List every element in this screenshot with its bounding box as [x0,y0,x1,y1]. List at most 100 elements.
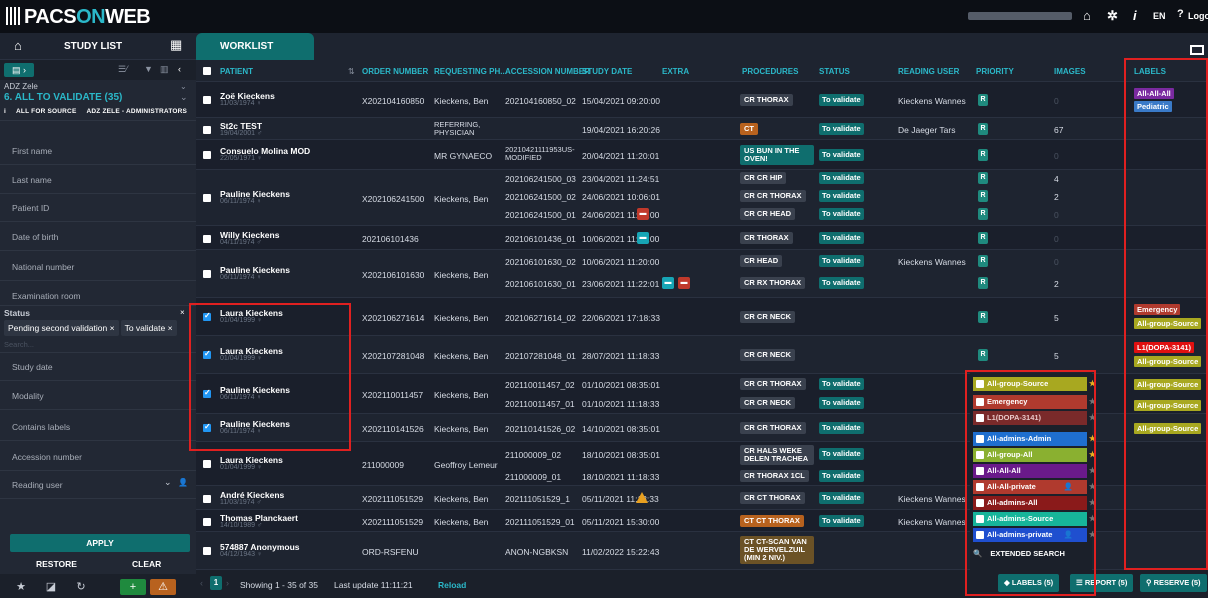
grid-icon[interactable]: ▦ [170,37,182,53]
warning-icon[interactable] [636,492,648,503]
label-badge[interactable]: Emergency [1134,304,1181,315]
gear-icon[interactable]: ✲ [1107,8,1118,24]
star-icon[interactable]: ★ [1089,395,1096,409]
star-icon[interactable]: ★ [1089,496,1096,510]
table-row[interactable]: Zoë Kieckens 11/03/1974 ♀ X202104160850 … [196,82,1208,118]
scope-source[interactable]: ALL FOR SOURCE [16,108,76,115]
refresh-icon[interactable]: ↻ [68,579,94,595]
filter-last-name[interactable]: Last name [12,175,52,185]
label-option[interactable]: L1(DOPA-3141) ★ [973,411,1096,425]
label-badge[interactable]: All-All-All [1134,88,1174,99]
logout-button[interactable]: Logou [1188,11,1208,21]
label-badge[interactable]: L1(DOPA-3141) [1134,342,1195,353]
row-checkbox[interactable] [203,235,211,243]
col-study-date[interactable]: STUDY DATE [582,67,632,76]
procedure-badge[interactable]: CR CR NECK [740,397,796,409]
reload-link[interactable]: Reload [438,580,466,590]
label-badge[interactable]: All-group-Source [1134,400,1202,411]
procedure-badge[interactable]: CT CT-SCAN VAN DE WERVELZUIL (MIN 2 NIV.… [740,536,814,564]
label-option[interactable]: Emergency ★ [973,395,1096,409]
layers-icon[interactable]: ◪ [38,579,64,595]
row-checkbox[interactable] [203,270,211,278]
chevron-down-icon[interactable]: ⌄ [164,477,172,488]
filter-patient-id[interactable]: Patient ID [12,203,49,213]
procedure-badge[interactable]: CR THORAX [740,94,793,106]
extended-search[interactable]: 🔍 EXTENDED SEARCH [973,549,1065,558]
col-extra[interactable]: EXTRA [662,67,689,76]
tab-study-list[interactable]: ⌂ STUDY LIST ▦ [0,33,196,60]
filter-first-name[interactable]: First name [12,146,52,156]
col-labels[interactable]: LABELS [1134,67,1166,76]
row-checkbox[interactable] [203,151,211,159]
procedure-badge[interactable]: CR CR THORAX [740,378,806,390]
row-checkbox[interactable] [203,311,211,321]
row-checkbox[interactable] [203,422,211,432]
star-icon[interactable]: ★ [1089,528,1096,542]
comment-icon[interactable]: ▬ [637,232,649,244]
warning-button[interactable]: ⚠ [150,579,176,595]
col-procedures[interactable]: PROCEDURES [742,67,798,76]
table-row[interactable]: Laura Kieckens 01/04/1999 ♀ X20210728104… [196,336,1208,374]
star-icon[interactable]: ★ [1089,377,1096,391]
filter-accession-number[interactable]: Accession number [12,452,82,462]
procedure-badge[interactable]: CR CR HEAD [740,208,796,220]
info-icon[interactable]: i [1133,8,1137,23]
procedure-badge[interactable]: CR CR NECK [740,311,796,323]
col-images[interactable]: IMAGES [1054,67,1086,76]
app-logo[interactable]: PACSONWEB [6,6,151,29]
comment-icon[interactable]: ▬ [662,277,674,289]
procedure-badge[interactable]: CR CR HIP [740,172,787,184]
procedure-badge[interactable]: CR THORAX [740,232,793,244]
comment-icon[interactable]: ▬ [637,208,649,220]
procedure-badge[interactable]: CT CT THORAX [740,515,804,527]
user-icon[interactable]: 👤 [178,478,188,487]
table-row[interactable]: Willy Kieckens 04/11/1974 ♂ 202106101436… [196,226,1208,250]
worklist-view-select[interactable]: 6. ALL TO VALIDATE (35) [4,92,122,103]
label-option[interactable]: All-admins-private 👤 ★ [973,528,1096,542]
label-option[interactable]: All-admins-Admin ★ [973,432,1096,446]
row-checkbox[interactable] [203,518,211,526]
language-selector[interactable]: EN [1153,11,1166,21]
table-row[interactable]: Pauline Kieckens 06/11/1974 ♀ X202106101… [196,250,1208,298]
row-checkbox[interactable] [203,547,211,555]
col-accession-number[interactable]: ACCESSION NUMBER [505,67,590,76]
label-badge[interactable]: All-group-Source [1134,356,1202,367]
star-icon[interactable]: ★ [1089,432,1096,446]
label-option[interactable]: All-group-All ★ [973,448,1096,462]
collapse-icon[interactable]: ‹ [178,64,181,74]
row-checkbox[interactable] [203,460,211,468]
columns-icon[interactable]: ▥ [160,64,169,75]
label-option[interactable]: All-admins-Source ★ [973,512,1096,526]
row-checkbox[interactable] [203,96,211,104]
star-icon[interactable]: ★ [1089,512,1096,526]
chevron-left-icon[interactable]: ‹ [200,578,203,588]
filter-contains-labels[interactable]: Contains labels [12,422,70,432]
filter-modality[interactable]: Modality [12,391,44,401]
restore-button[interactable]: RESTORE [36,559,77,569]
star-icon[interactable]: ★ [1089,411,1096,425]
scope-group[interactable]: ADZ ZELE - ADMINISTRATORS [87,108,188,115]
row-checkbox[interactable] [203,495,211,503]
filter-national-number[interactable]: National number [12,262,74,272]
row-checkbox[interactable] [203,126,211,134]
status-chip[interactable]: Pending second validation × [4,320,119,336]
chevron-down-icon[interactable]: ⌄ [180,82,187,91]
clear-button[interactable]: CLEAR [132,559,161,569]
star-icon[interactable]: ★ [1089,480,1096,494]
filter-date-of-birth[interactable]: Date of birth [12,232,58,242]
procedure-badge[interactable]: CR CR NECK [740,349,796,361]
status-chip[interactable]: To validate × [120,320,177,336]
comment-icon[interactable]: ▬ [678,277,690,289]
label-option[interactable]: All-All-private 👤 ★ [973,480,1096,494]
star-icon[interactable]: ★ [1089,448,1096,462]
filter-study-date[interactable]: Study date [12,362,53,372]
select-all-checkbox[interactable] [203,67,211,75]
label-option[interactable]: All-All-All ★ [973,464,1096,478]
close-icon[interactable]: × [180,308,185,317]
row-checkbox[interactable] [203,194,211,202]
add-button[interactable]: + [120,579,146,595]
label-option[interactable]: All-group-Source ★ [973,377,1096,391]
home-icon[interactable]: ⌂ [1083,8,1091,23]
filter-examination-room[interactable]: Examination room [12,291,81,301]
edit-icon[interactable]: ☰⁄ [118,64,128,75]
